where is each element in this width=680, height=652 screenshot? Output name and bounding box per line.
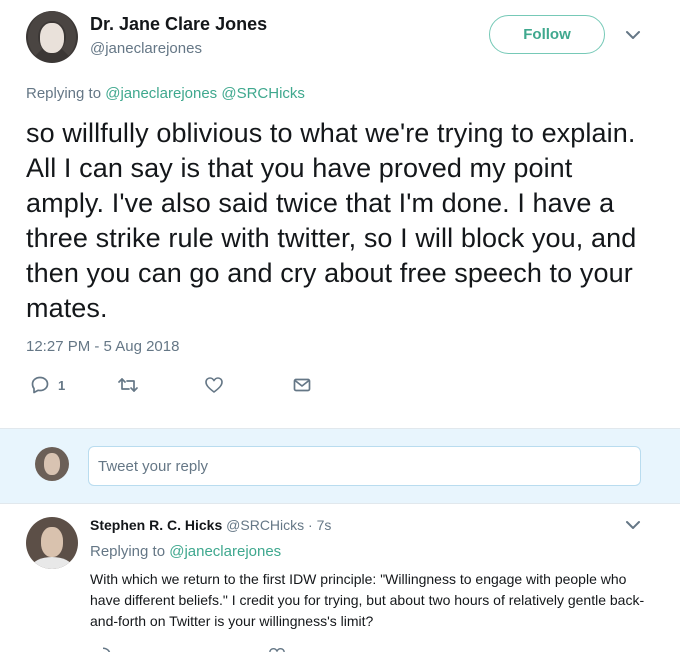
message-action[interactable] [292, 372, 312, 398]
reply-composer: Tweet your reply [0, 428, 680, 504]
reply-action[interactable]: 1 [30, 372, 65, 398]
reply-count: 1 [58, 377, 66, 393]
reply-author-name[interactable]: Stephen R. C. Hicks [90, 517, 222, 533]
author-avatar[interactable] [26, 11, 78, 63]
replying-to: Replying to @janeclarejones @SRCHicks [26, 85, 305, 102]
retweet-icon [118, 378, 138, 392]
tweet-actions: 1 [26, 372, 326, 398]
reply-icon[interactable] [94, 646, 112, 652]
main-tweet: Dr. Jane Clare Jones @janeclarejones Fol… [0, 0, 680, 428]
reply-tweet[interactable]: Stephen R. C. Hicks @SRCHicks · 7s Reply… [0, 504, 680, 652]
reply-time[interactable]: · 7s [308, 517, 331, 533]
current-user-avatar[interactable] [35, 447, 69, 481]
chevron-down-icon[interactable] [624, 516, 642, 534]
reply-text: With which we return to the first IDW pr… [90, 571, 645, 629]
reply-replying-to: Replying to @janeclarejones [90, 543, 281, 560]
follow-button[interactable]: Follow [489, 15, 605, 54]
reply-author-avatar[interactable] [26, 517, 78, 569]
replying-mentions[interactable]: @janeclarejones @SRCHicks [105, 85, 305, 102]
like-icon[interactable] [268, 646, 286, 652]
like-icon [205, 377, 223, 393]
author-name[interactable]: Dr. Jane Clare Jones [90, 14, 267, 35]
message-icon [293, 378, 311, 392]
tweet-text: so willfully oblivious to what we're try… [26, 118, 637, 323]
tweet-timestamp[interactable]: 12:27 PM - 5 Aug 2018 [26, 338, 179, 355]
reply-author-handle[interactable]: @SRCHicks [226, 517, 304, 533]
reply-icon [31, 376, 49, 394]
chevron-down-icon[interactable] [624, 26, 642, 44]
like-action[interactable] [204, 372, 224, 398]
reply-input[interactable]: Tweet your reply [88, 446, 641, 486]
author-handle[interactable]: @janeclarejones [90, 40, 202, 57]
retweet-action[interactable] [117, 372, 139, 398]
replying-prefix: Replying to [26, 85, 106, 102]
reply-actions [90, 646, 390, 652]
reply-header: Stephen R. C. Hicks @SRCHicks · 7s [90, 517, 331, 533]
reply-replying-prefix: Replying to [90, 543, 170, 560]
reply-replying-mentions[interactable]: @janeclarejones [169, 543, 281, 560]
